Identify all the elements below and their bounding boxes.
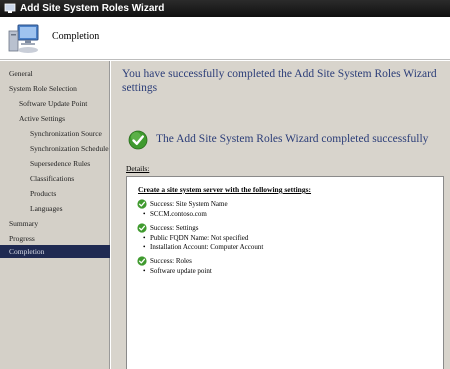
success-check-icon: [137, 223, 147, 233]
detail-group-roles: Success: Roles • Software update point: [137, 256, 437, 276]
page-title: Completion: [52, 31, 100, 42]
wizard-navigation: General System Role Selection Software U…: [0, 61, 110, 369]
nav-item-general[interactable]: General: [0, 67, 110, 80]
success-banner: The Add Site System Roles Wizard complet…: [128, 130, 448, 152]
nav-item-system-role-selection[interactable]: System Role Selection: [0, 82, 110, 95]
detail-item: • Software update point: [143, 267, 212, 275]
nav-item-synchronization-schedule[interactable]: Synchronization Schedule: [0, 142, 110, 155]
detail-group-settings: Success: Settings • Public FQDN Name: Not…: [137, 223, 437, 252]
success-check-icon: [137, 256, 147, 266]
details-title: Create a site system server with the fol…: [138, 185, 312, 194]
computer-icon: [8, 24, 39, 53]
nav-item-classifications[interactable]: Classifications: [0, 172, 110, 185]
detail-item: • Public FQDN Name: Not specified: [143, 234, 249, 242]
wizard-content: You have successfully completed the Add …: [111, 61, 450, 369]
nav-item-summary[interactable]: Summary: [0, 217, 110, 230]
details-label: Details:: [126, 164, 150, 173]
detail-status: Success: Roles: [150, 257, 192, 265]
wizard-app-icon: [4, 3, 16, 13]
success-check-icon: [137, 199, 147, 209]
completion-heading: You have successfully completed the Add …: [122, 68, 437, 94]
detail-item: • SCCM.contoso.com: [143, 210, 207, 218]
nav-item-synchronization-source[interactable]: Synchronization Source: [0, 127, 110, 140]
nav-item-completion[interactable]: Completion: [0, 245, 110, 258]
nav-item-active-settings[interactable]: Active Settings: [0, 112, 110, 125]
detail-status: Success: Settings: [150, 224, 199, 232]
nav-item-products[interactable]: Products: [0, 187, 110, 200]
nav-item-software-update-point[interactable]: Software Update Point: [0, 97, 110, 110]
success-message: The Add Site System Roles Wizard complet…: [156, 133, 429, 145]
nav-item-supersedence-rules[interactable]: Supersedence Rules: [0, 157, 110, 170]
detail-item: • Installation Account: Computer Account: [143, 243, 264, 251]
detail-group-site-system-name: Success: Site System Name • SCCM.contoso.…: [137, 199, 437, 219]
detail-status: Success: Site System Name: [150, 200, 228, 208]
window-title: Add Site System Roles Wizard: [20, 3, 165, 14]
window-titlebar: Add Site System Roles Wizard: [0, 0, 450, 17]
nav-item-progress[interactable]: Progress: [0, 232, 110, 245]
nav-item-languages[interactable]: Languages: [0, 202, 110, 215]
details-panel[interactable]: Create a site system server with the fol…: [126, 176, 444, 369]
wizard-header: Completion: [0, 17, 450, 60]
success-check-icon: [128, 130, 148, 150]
